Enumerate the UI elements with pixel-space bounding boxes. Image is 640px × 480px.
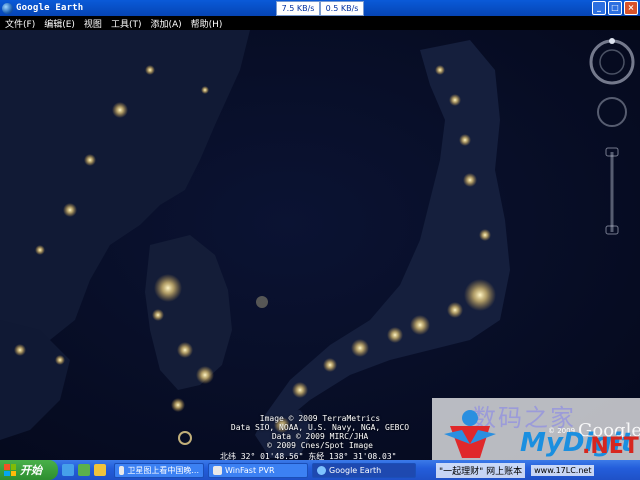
- browser-icon: [119, 465, 125, 475]
- quicklaunch-ie-icon[interactable]: [62, 464, 74, 476]
- start-button[interactable]: 开始: [0, 460, 58, 480]
- north-indicator-icon[interactable]: [609, 38, 615, 44]
- system-tray: "一起理财" 网上账本 www.17LC.net: [430, 460, 640, 480]
- quicklaunch-media-icon[interactable]: [78, 464, 90, 476]
- close-button[interactable]: ×: [624, 1, 638, 15]
- google-earth-icon: [2, 2, 13, 14]
- menu-view[interactable]: 视图: [79, 17, 106, 30]
- minimize-button[interactable]: _: [592, 1, 606, 15]
- quicklaunch-desktop-icon[interactable]: [94, 464, 106, 476]
- google-earth-task-icon: [317, 465, 326, 475]
- menu-tools[interactable]: 工具(T): [106, 17, 146, 30]
- start-label: 开始: [20, 464, 42, 477]
- look-joystick[interactable]: [599, 49, 625, 75]
- navigation-controls[interactable]: [586, 36, 640, 246]
- windows-logo-icon: [4, 464, 16, 476]
- tray-site-text[interactable]: www.17LC.net: [531, 464, 595, 476]
- title-bar[interactable]: Google Earth 7.5 KB/s 0.5 KB/s _ □ ×: [0, 0, 640, 16]
- menu-bar: 文件(F) 编辑(E) 视图 工具(T) 添加(A) 帮助(H): [0, 16, 640, 30]
- pvr-icon: [213, 465, 222, 475]
- task-google-earth[interactable]: Google Earth: [312, 462, 416, 478]
- menu-edit[interactable]: 编辑(E): [39, 17, 79, 30]
- task-browser[interactable]: 卫星图上看中国晚...: [114, 462, 204, 478]
- menu-file[interactable]: 文件(F): [0, 17, 39, 30]
- tray-ad-text[interactable]: "一起理财" 网上账本: [436, 462, 526, 478]
- earth-night-map[interactable]: [0, 30, 640, 460]
- download-speed: 7.5 KB/s: [276, 1, 320, 16]
- upload-speed: 0.5 KB/s: [320, 1, 364, 16]
- task-winfast-pvr[interactable]: WinFast PVR: [208, 462, 308, 478]
- window-title: Google Earth: [16, 3, 84, 13]
- menu-add[interactable]: 添加(A): [145, 17, 185, 30]
- watermark-net-text: .NET: [582, 434, 639, 459]
- look-ring[interactable]: [589, 39, 635, 85]
- maximize-button[interactable]: □: [608, 1, 622, 15]
- watermark-mascot-icon: [444, 410, 496, 458]
- menu-help[interactable]: 帮助(H): [186, 17, 227, 30]
- move-joystick[interactable]: [597, 97, 627, 127]
- window-controls: _ □ ×: [592, 1, 638, 15]
